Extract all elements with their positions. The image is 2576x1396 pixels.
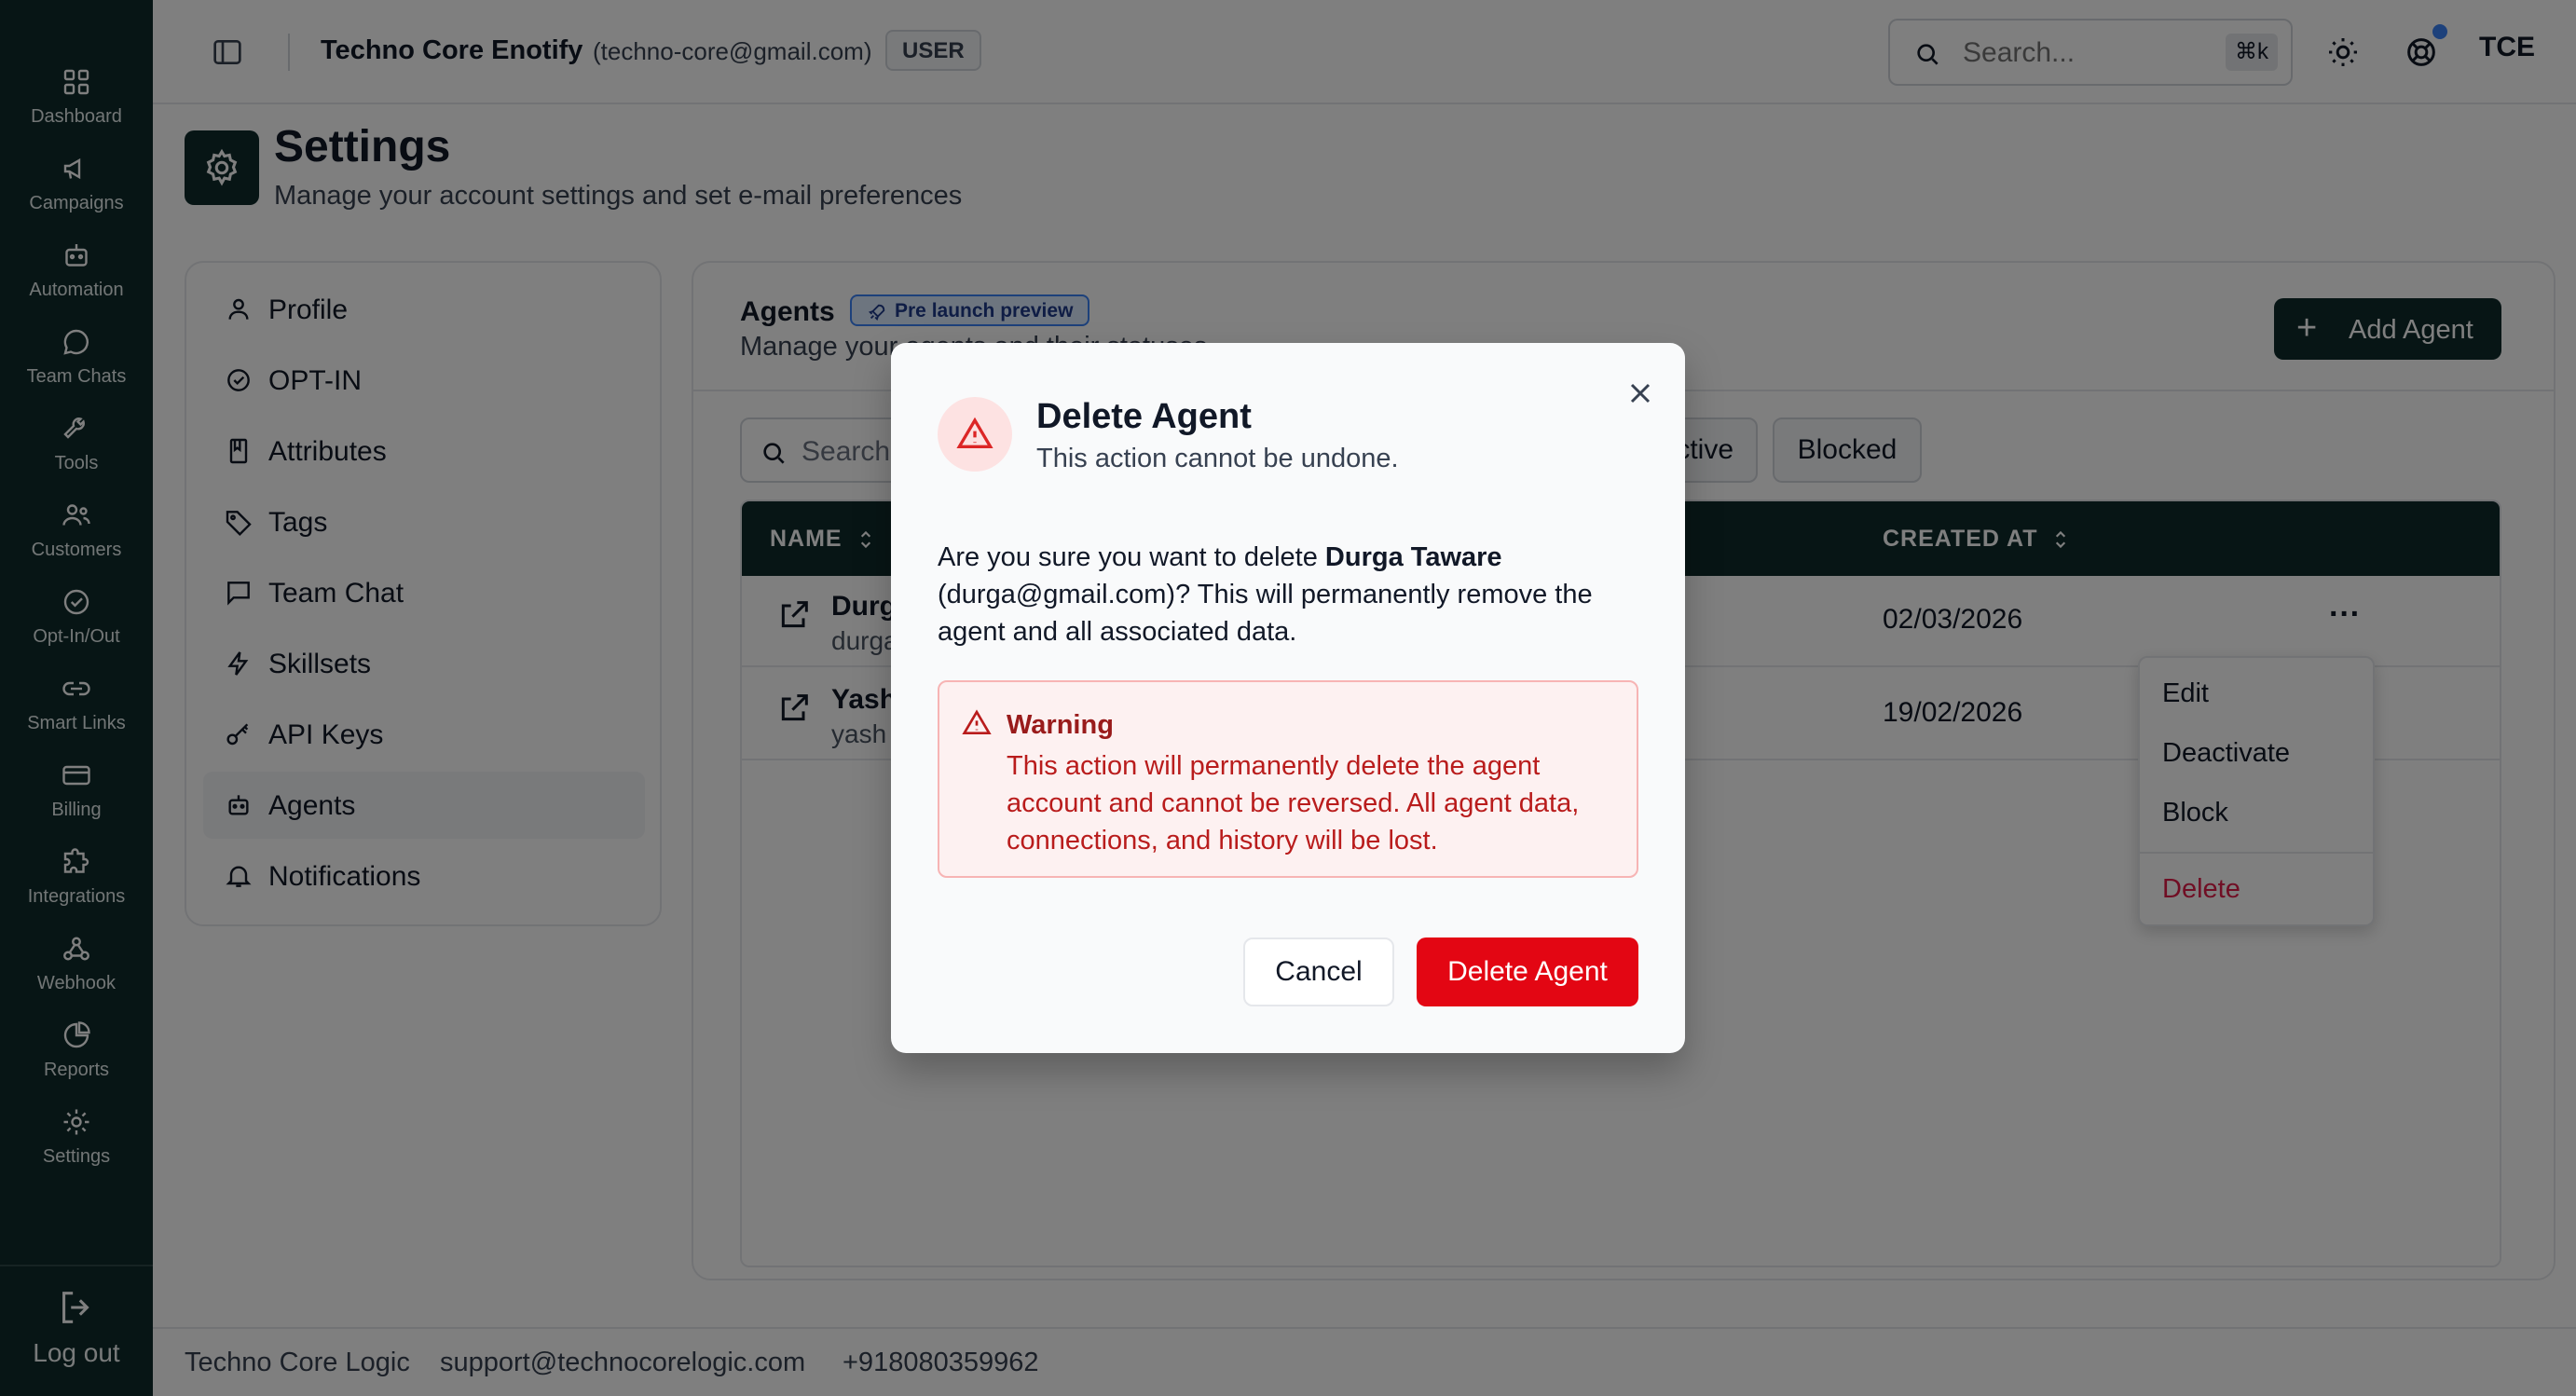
warning-callout: Warning This action will permanently del…: [938, 680, 1638, 878]
alert-triangle-icon: [962, 709, 992, 734]
dialog-message-suffix: (durga@gmail.com)? This will permanently…: [938, 580, 1593, 647]
dialog-title: Delete Agent: [1036, 397, 1252, 436]
warning-text: This action will permanently delete the …: [1007, 751, 1580, 855]
cancel-button[interactable]: Cancel: [1243, 938, 1394, 1006]
delete-agent-button[interactable]: Delete Agent: [1417, 938, 1638, 1006]
dialog-warning-badge: [938, 397, 1012, 472]
dialog-message: Are you sure you want to delete Durga Ta…: [938, 539, 1646, 650]
close-icon[interactable]: [1624, 376, 1657, 410]
warning-title: Warning: [1007, 710, 1114, 740]
dialog-message-prefix: Are you sure you want to delete: [938, 542, 1325, 572]
dialog-subtitle: This action cannot be undone.: [1036, 444, 1399, 473]
dialog-agent-name: Durga Taware: [1324, 542, 1502, 572]
delete-agent-dialog: Delete Agent This action cannot be undon…: [891, 343, 1685, 1053]
alert-triangle-icon: [956, 417, 993, 448]
